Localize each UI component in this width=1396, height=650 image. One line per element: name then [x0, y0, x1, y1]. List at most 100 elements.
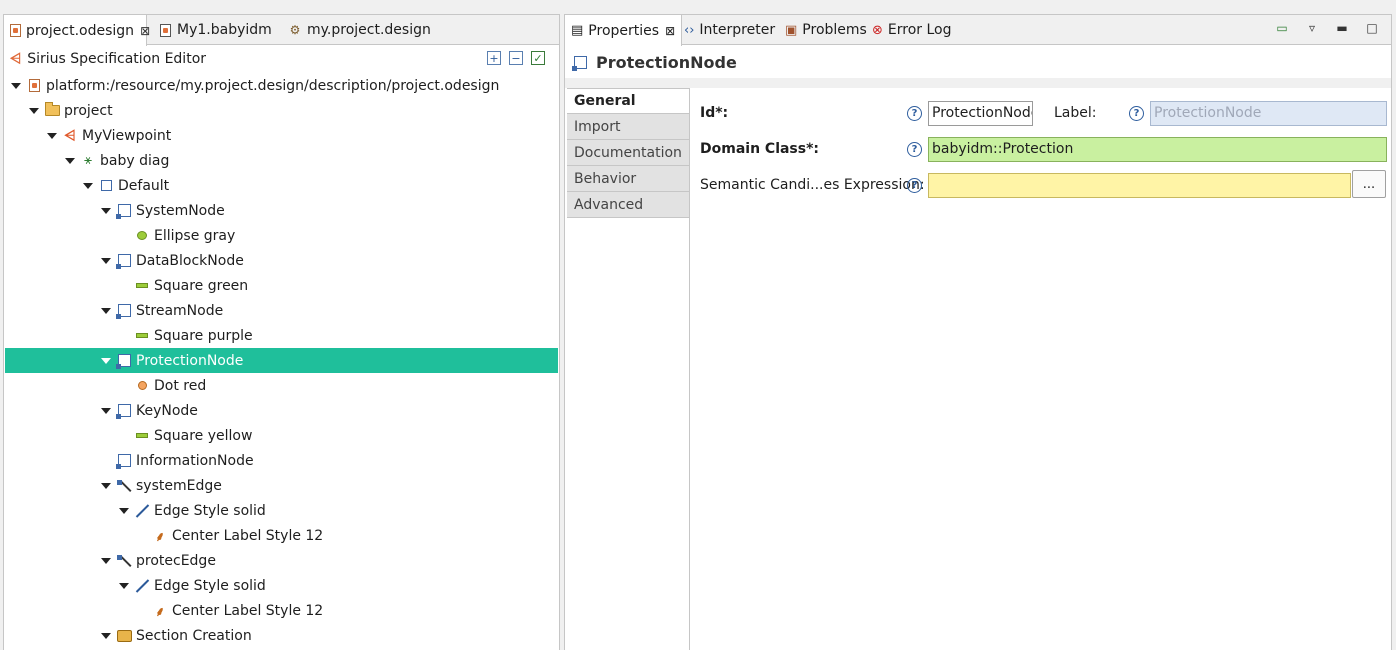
pin-view-icon[interactable]: ▭ [1275, 21, 1289, 35]
tree-item[interactable]: Square yellow [5, 423, 558, 448]
viewpoint-icon: ⩤ [64, 127, 76, 144]
tree-item-label: MyViewpoint [82, 127, 172, 144]
tree-item[interactable]: Edge Style solid [5, 498, 558, 523]
expand-toggle-icon[interactable] [119, 506, 129, 516]
tree-item[interactable]: Section Creation [5, 623, 558, 648]
tree-item-label: Square green [154, 277, 249, 294]
id-field[interactable]: ProtectionNode [928, 100, 1033, 126]
tab-label: My1.babyidm [177, 22, 272, 38]
tree-item[interactable]: ⩤ MyViewpoint [5, 123, 558, 148]
expand-all-icon[interactable]: + [487, 51, 501, 65]
folder-icon [44, 102, 60, 119]
tree-item-label: DataBlockNode [136, 252, 244, 269]
property-tab-advanced[interactable]: Advanced [567, 192, 689, 218]
editor-tab-bar: project.odesign ⊠ My1.babyidm ⚙ my.proje… [4, 15, 559, 46]
tree-item-label: Center Label Style 12 [172, 602, 324, 619]
tab-error-log[interactable]: ⊗ Error Log [872, 15, 952, 45]
edge-mapping-icon [116, 478, 132, 494]
tab-interpreter[interactable]: ‹› Interpreter [684, 15, 775, 45]
property-tab-import[interactable]: Import [567, 114, 689, 140]
expand-toggle-icon[interactable] [11, 81, 21, 91]
tree-item[interactable]: project [5, 98, 558, 123]
tree-item[interactable]: SystemNode [5, 198, 558, 223]
tab-label: Problems [802, 22, 867, 38]
collapse-all-icon[interactable]: − [509, 51, 523, 65]
tree-item[interactable]: ⚹ baby diag [5, 148, 558, 173]
tree-item[interactable]: Square purple [5, 323, 558, 348]
tree-item[interactable]: StreamNode [5, 298, 558, 323]
expand-toggle-icon[interactable] [101, 481, 111, 491]
properties-title-text: ProtectionNode [596, 52, 737, 72]
label-style-icon: ⸙ [155, 529, 165, 545]
tree-item[interactable]: KeyNode [5, 398, 558, 423]
expand-toggle-icon[interactable] [101, 556, 111, 566]
tree-item[interactable]: protecEdge [5, 548, 558, 573]
close-icon[interactable]: ⊠ [665, 24, 675, 38]
sirius-logo-icon: ⩤ [10, 51, 22, 67]
label-field[interactable]: ProtectionNode [1150, 100, 1387, 126]
tree-item-label: baby diag [100, 152, 170, 169]
error-log-icon: ⊗ [872, 22, 883, 38]
tree-item-label: Ellipse gray [154, 227, 236, 244]
tab-properties[interactable]: ▤ Properties ⊠ [565, 15, 683, 46]
tree-item[interactable]: Square green [5, 273, 558, 298]
minimize-icon[interactable]: ▬ [1335, 21, 1349, 35]
model-file-icon [158, 23, 172, 37]
domain-class-field[interactable]: babyidm::Protection [928, 136, 1387, 162]
interpreter-icon: ‹› [684, 22, 695, 38]
help-icon[interactable]: ? [907, 105, 922, 121]
window-top-strip [0, 0, 1396, 14]
expand-toggle-icon[interactable] [65, 156, 75, 166]
view-menu-icon[interactable]: ▿ [1305, 21, 1319, 35]
close-icon[interactable]: ⊠ [140, 24, 150, 38]
expand-toggle-icon[interactable] [101, 631, 111, 641]
editor-title: Sirius Specification Editor [27, 51, 207, 67]
tree-item[interactable]: DataBlockNode [5, 248, 558, 273]
expand-toggle-icon[interactable] [101, 406, 111, 416]
expand-toggle-icon[interactable] [83, 181, 93, 191]
tree-item[interactable]: platform:/resource/my.project.design/des… [5, 73, 558, 98]
help-icon[interactable]: ? [907, 141, 922, 157]
expand-toggle-icon[interactable] [101, 356, 111, 366]
tree-item[interactable]: Default [5, 173, 558, 198]
tree-item-label: Edge Style solid [154, 502, 266, 519]
tab-my1-babyidm[interactable]: My1.babyidm [152, 15, 272, 45]
tab-project-odesign[interactable]: project.odesign ⊠ [4, 15, 150, 46]
tree-item[interactable]: InformationNode [5, 448, 558, 473]
node-mapping-icon [115, 403, 132, 419]
property-tab-documentation[interactable]: Documentation [567, 140, 689, 166]
tab-my-project-design[interactable]: ⚙ my.project.design [282, 15, 431, 45]
tab-problems[interactable]: ▣ Problems [785, 15, 867, 45]
expand-toggle-icon[interactable] [47, 131, 57, 141]
maximize-icon[interactable]: □ [1365, 21, 1379, 35]
expand-toggle-icon[interactable] [101, 206, 111, 216]
square-style-icon [134, 428, 150, 444]
layer-icon [98, 178, 114, 194]
tree-item[interactable]: ProtectionNode [5, 348, 558, 373]
browse-expression-button[interactable]: ... [1352, 170, 1386, 198]
tree-item-label: protecEdge [136, 552, 216, 569]
tree-item[interactable]: Ellipse gray [5, 223, 558, 248]
node-mapping-icon [115, 303, 132, 319]
property-tab-general[interactable]: General [567, 88, 689, 114]
help-icon[interactable]: ? [907, 177, 922, 193]
tree-item[interactable]: systemEdge [5, 473, 558, 498]
tab-label: Error Log [887, 22, 952, 38]
expand-toggle-icon[interactable] [119, 581, 129, 591]
tree-item[interactable]: ⸙ Center Label Style 12 [5, 523, 558, 548]
expand-toggle-icon[interactable] [29, 106, 39, 116]
expand-toggle-icon[interactable] [101, 306, 111, 316]
properties-title: ProtectionNode [565, 46, 1391, 78]
help-icon[interactable]: ? [1129, 105, 1144, 121]
tree-item[interactable]: Dot red [5, 373, 558, 398]
expand-toggle-icon[interactable] [101, 256, 111, 266]
tree-item-label: project [64, 102, 113, 119]
semantic-candidates-field[interactable] [928, 172, 1351, 198]
tree-item[interactable]: ⸙ Center Label Style 12 [5, 598, 558, 623]
tree-item[interactable]: Edge Style solid [5, 573, 558, 598]
property-tab-behavior[interactable]: Behavior [567, 166, 689, 192]
editor-header: ⩤ Sirius Specification Editor + − ✓ [4, 46, 559, 72]
tab-label: Interpreter [699, 22, 776, 38]
node-mapping-icon [115, 253, 132, 269]
validate-icon[interactable]: ✓ [531, 51, 545, 65]
